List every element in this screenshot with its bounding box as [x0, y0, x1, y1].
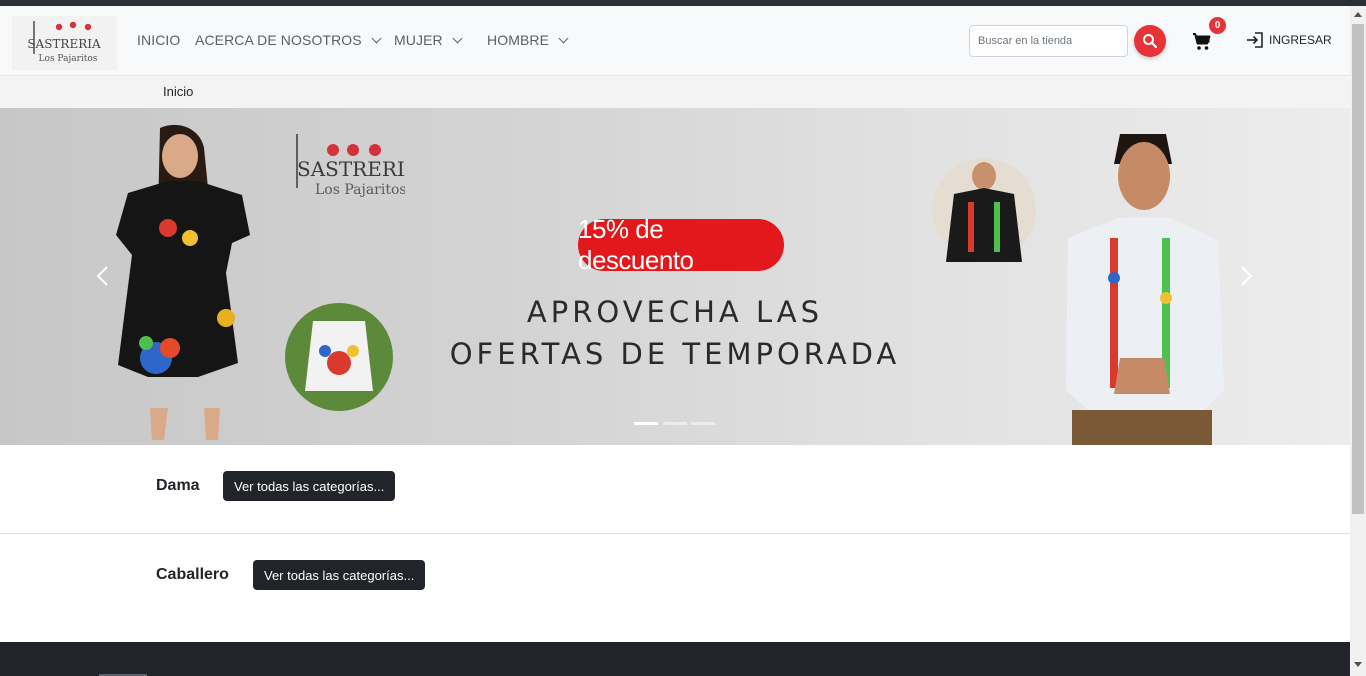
- scroll-down-icon[interactable]: [1354, 662, 1362, 667]
- logo-text-main: SASTRERIA: [27, 37, 101, 51]
- hero-carousel: SASTRERIA Los Pajaritos 15% de descuento…: [0, 108, 1350, 445]
- search-icon: [1143, 34, 1158, 49]
- cart-button[interactable]: [1190, 30, 1214, 54]
- navbar: SASTRERIA Los Pajaritos INICIO ACERCA DE…: [0, 6, 1350, 76]
- nav-acerca[interactable]: ACERCA DE NOSOTROS: [195, 32, 382, 48]
- hero-brand-name: SASTRERIA: [297, 157, 405, 181]
- view-categories-caballero-button[interactable]: Ver todas las categorías...: [253, 560, 426, 590]
- logo-text-sub: Los Pajaritos: [39, 54, 98, 64]
- carousel-indicator-3[interactable]: [691, 422, 715, 425]
- view-categories-dama-button[interactable]: Ver todas las categorías...: [223, 471, 396, 501]
- chevron-down-icon: [558, 33, 569, 43]
- nav-mujer-label: MUJER: [394, 32, 443, 48]
- search-input[interactable]: [969, 25, 1128, 57]
- hero-brand-sub: Los Pajaritos: [315, 182, 405, 198]
- cart-count-badge: 0: [1209, 17, 1226, 34]
- nav-inicio[interactable]: INICIO: [137, 32, 180, 48]
- discount-pill: 15% de descuento: [578, 214, 784, 275]
- category-title-caballero: Caballero: [156, 566, 229, 583]
- nav-mujer[interactable]: MUJER: [394, 32, 463, 48]
- nav-hombre[interactable]: HOMBRE: [487, 32, 569, 48]
- carousel-indicator-1[interactable]: [634, 422, 658, 425]
- search-button[interactable]: [1134, 25, 1166, 57]
- section-divider: [0, 533, 1350, 534]
- breadcrumb: Inicio: [0, 76, 1350, 108]
- carousel-prev-icon[interactable]: [95, 265, 109, 287]
- scrollbar-thumb[interactable]: [1352, 24, 1364, 514]
- login-label: INGRESAR: [1269, 33, 1332, 47]
- man-model-image: [1066, 134, 1224, 445]
- breadcrumb-item-inicio[interactable]: Inicio: [163, 84, 193, 99]
- login-icon: [1247, 32, 1263, 48]
- category-title-dama: Dama: [156, 477, 200, 494]
- nav-inicio-label: INICIO: [137, 32, 181, 48]
- store-logo[interactable]: SASTRERIA Los Pajaritos: [12, 16, 117, 70]
- nav-acerca-label: ACERCA DE NOSOTROS: [195, 32, 362, 48]
- footer: [0, 642, 1350, 676]
- carousel-indicator-2[interactable]: [663, 422, 687, 425]
- login-link[interactable]: INGRESAR: [1246, 32, 1332, 48]
- woman-model-image: [116, 124, 250, 440]
- nav-hombre-label: HOMBRE: [487, 32, 550, 48]
- page-scrollbar[interactable]: [1350, 6, 1366, 676]
- hero-brand-logo: SASTRERIA Los Pajaritos: [296, 134, 405, 198]
- black-shirt-thumbnail: [932, 158, 1036, 262]
- scroll-up-icon[interactable]: [1354, 12, 1362, 17]
- page: SASTRERIA Los Pajaritos INICIO ACERCA DE…: [0, 0, 1366, 676]
- shopping-cart-icon: [1193, 33, 1211, 50]
- carousel-next-icon[interactable]: [1240, 265, 1254, 287]
- chevron-down-icon: [452, 33, 463, 43]
- chevron-down-icon: [371, 33, 382, 43]
